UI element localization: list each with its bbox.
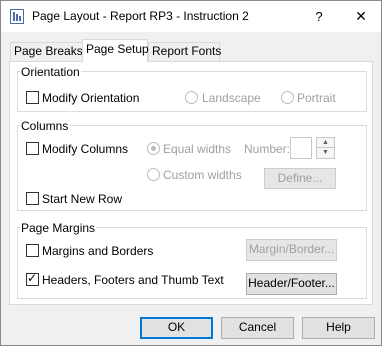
close-button[interactable]: ✕ — [343, 3, 379, 30]
spin-up-icon[interactable]: ▲ — [317, 138, 334, 148]
modify-columns-label: Modify Columns — [42, 142, 129, 156]
custom-widths-radio[interactable] — [147, 168, 160, 181]
check-icon: ✓ — [27, 271, 38, 285]
help-title-button[interactable]: ? — [305, 3, 333, 30]
ok-button[interactable]: OK — [140, 317, 213, 339]
portrait-radio[interactable] — [281, 91, 294, 104]
headers-footers-checkbox[interactable]: ✓ — [26, 271, 39, 286]
margin-border-button[interactable]: Margin/Border... — [246, 239, 337, 261]
portrait-label: Portrait — [297, 91, 336, 105]
columns-group-label: Columns — [20, 119, 70, 133]
page-layout-dialog: Page Layout - Report RP3 - Instruction 2… — [0, 0, 382, 346]
headers-footers-label: Headers, Footers and Thumb Text — [42, 273, 224, 287]
number-label: Number: — [244, 142, 291, 156]
number-spinner[interactable]: ▲ ▼ — [316, 137, 335, 159]
equal-widths-label: Equal widths — [163, 142, 232, 156]
equal-widths-radio[interactable] — [147, 142, 160, 155]
number-input[interactable] — [290, 137, 312, 159]
modify-columns-checkbox[interactable] — [26, 142, 39, 155]
title-bar[interactable]: Page Layout - Report RP3 - Instruction 2… — [1, 1, 381, 32]
margins-borders-checkbox[interactable] — [26, 244, 39, 257]
modify-orientation-checkbox[interactable] — [26, 91, 39, 104]
report-icon — [10, 9, 24, 24]
cancel-button[interactable]: Cancel — [221, 317, 294, 339]
define-button[interactable]: Define... — [264, 168, 336, 189]
orientation-group-label: Orientation — [20, 65, 81, 79]
landscape-radio[interactable] — [185, 91, 198, 104]
spin-down-icon[interactable]: ▼ — [317, 148, 334, 158]
custom-widths-label: Custom widths — [163, 168, 242, 182]
tab-page-breaks[interactable]: Page Breaks — [10, 42, 83, 61]
start-new-row-checkbox[interactable] — [26, 192, 39, 205]
header-footer-button[interactable]: Header/Footer... — [246, 273, 337, 295]
window-title: Page Layout - Report RP3 - Instruction 2 — [32, 9, 249, 23]
modify-orientation-label: Modify Orientation — [42, 91, 140, 105]
start-new-row-label: Start New Row — [42, 192, 123, 206]
landscape-label: Landscape — [202, 91, 261, 105]
tab-page-setup[interactable]: Page Setup — [82, 39, 149, 62]
page-margins-group-label: Page Margins — [20, 221, 97, 235]
tab-report-fonts[interactable]: Report Fonts — [148, 42, 221, 61]
help-button[interactable]: Help — [302, 317, 375, 339]
margins-borders-label: Margins and Borders — [42, 244, 154, 258]
